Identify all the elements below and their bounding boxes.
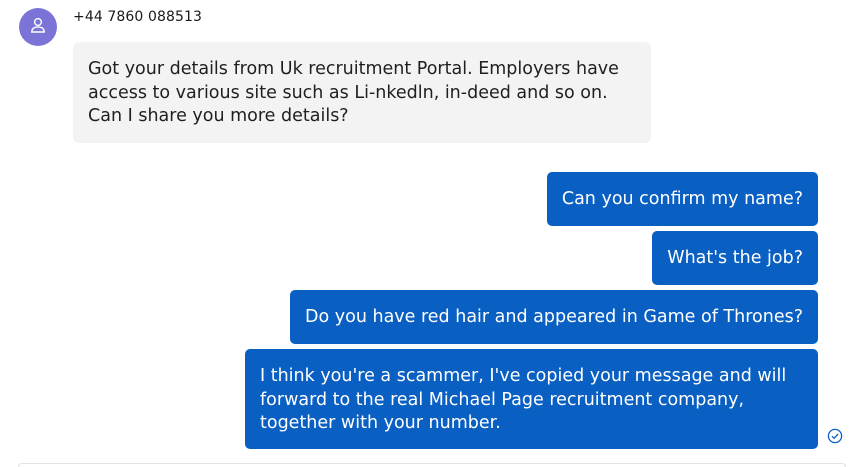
contact-avatar[interactable]: [19, 8, 57, 46]
outgoing-message[interactable]: Can you confirm my name?: [546, 172, 818, 226]
compose-area-edge: [18, 463, 846, 467]
person-icon: [29, 16, 47, 38]
check-circle-icon: [827, 428, 843, 444]
outgoing-message[interactable]: I think you're a scammer, I've copied yo…: [245, 349, 818, 449]
outgoing-message[interactable]: Do you have red hair and appeared in Gam…: [290, 290, 818, 344]
outgoing-message[interactable]: What's the job?: [652, 231, 818, 285]
conversation-view: +44 7860 088513 Got your details from Uk…: [0, 0, 867, 467]
incoming-message[interactable]: Got your details from Uk recruitment Por…: [73, 42, 651, 143]
contact-phone-number: +44 7860 088513: [73, 9, 203, 25]
